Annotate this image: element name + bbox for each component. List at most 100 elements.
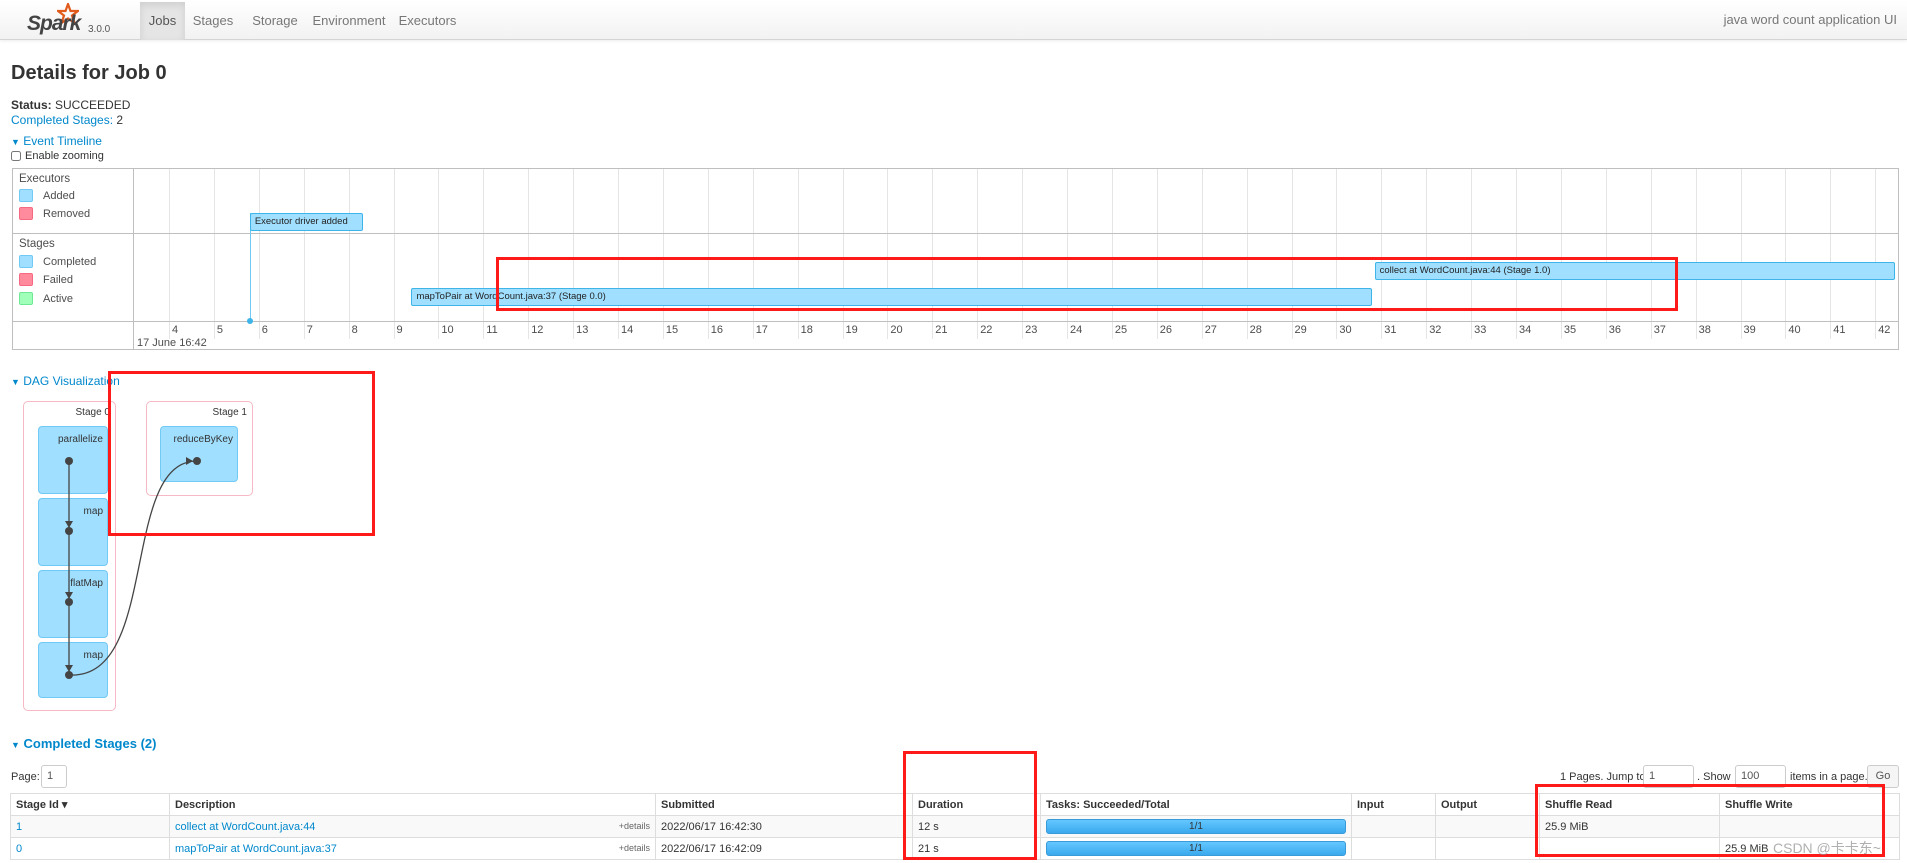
- stage-description-link[interactable]: collect at WordCount.java:44: [175, 821, 315, 833]
- timeline-tick-label: 13: [576, 324, 589, 336]
- timeline-tick-label: 15: [665, 324, 679, 336]
- timeline-gridline: [1560, 169, 1562, 339]
- timeline-gridline: [1605, 169, 1607, 339]
- timeline-gridline: [797, 169, 799, 339]
- timeline-gridline: [393, 169, 395, 339]
- col-description[interactable]: Description: [169, 793, 656, 816]
- timeline-tick-label: 39: [1743, 324, 1756, 336]
- col-input[interactable]: Input: [1351, 793, 1436, 816]
- completed-stages-toggle[interactable]: ▼ Completed Stages (2): [11, 736, 156, 751]
- timeline-gridline: [842, 169, 844, 339]
- timeline-tick-label: 10: [441, 324, 454, 336]
- timeline-tick-label: 20: [890, 324, 903, 336]
- timeline-tick-label: 25: [1114, 324, 1128, 336]
- timeline-gridline: [618, 169, 619, 339]
- timeline-gridline: [1291, 169, 1293, 339]
- timeline-gridline: [977, 169, 979, 339]
- timeline-tick-label: 36: [1608, 324, 1622, 336]
- timeline-gridline: [1111, 169, 1113, 339]
- timeline-tick-label: 19: [845, 324, 858, 336]
- col-submitted[interactable]: Submitted: [655, 793, 913, 816]
- timeline-gridline: [1516, 169, 1517, 339]
- timeline-tick-label: 8: [351, 324, 358, 336]
- timeline-tick-label: 38: [1698, 324, 1711, 336]
- input: [1351, 837, 1436, 860]
- details-toggle[interactable]: +details: [619, 821, 650, 831]
- timeline-tick-label: 37: [1653, 324, 1666, 336]
- output: [1435, 815, 1540, 838]
- stage-id[interactable]: 1: [10, 815, 170, 838]
- watermark: CSDN @卡卡东~: [1773, 840, 1881, 856]
- output: [1435, 837, 1540, 860]
- tasks: 1/1: [1040, 837, 1352, 860]
- timeline-gridline: [1336, 169, 1338, 339]
- description: collect at WordCount.java:44 +details: [169, 815, 656, 838]
- timeline-gridline: [1740, 169, 1742, 339]
- timeline-gridline: [887, 169, 889, 339]
- annotation-box: [903, 751, 1037, 860]
- timeline-tick-label: 28: [1249, 324, 1262, 336]
- caret-down-icon: ▼: [11, 740, 20, 750]
- tasks: 1/1: [1040, 815, 1352, 838]
- items-text: items in a page.: [1790, 771, 1868, 783]
- timeline-gridline: [1830, 169, 1832, 339]
- description: mapToPair at WordCount.java:37 +details: [169, 837, 656, 860]
- timeline-gridline: [1650, 169, 1652, 339]
- timeline-tick-label: 23: [1025, 324, 1038, 336]
- timeline-tick-label: 9: [396, 324, 403, 336]
- submitted: 2022/06/17 16:42:09: [655, 837, 913, 860]
- timeline-tick-label: 31: [1384, 324, 1397, 336]
- timeline-gridline: [1471, 169, 1473, 339]
- input: [1351, 815, 1436, 838]
- stage-description-link[interactable]: mapToPair at WordCount.java:37: [175, 843, 337, 855]
- annotation-box: [108, 371, 375, 536]
- timeline-tick-label: 24: [1070, 324, 1083, 336]
- timeline-gridline: [483, 169, 485, 339]
- timeline-gridline: [1695, 169, 1697, 339]
- timeline-tick-label: 22: [980, 324, 993, 336]
- col-tasks[interactable]: Tasks: Succeeded/Total: [1040, 793, 1352, 816]
- tasks-progress-bar: 1/1: [1046, 819, 1346, 834]
- timeline-tick-label: 7: [306, 324, 313, 336]
- tab-environment[interactable]: Environment: [308, 2, 390, 40]
- timeline-gridline: [1875, 169, 1877, 339]
- timeline-gridline: [707, 169, 709, 339]
- timeline-tick-label: 34: [1519, 324, 1532, 336]
- timeline-gridline: [1426, 169, 1428, 339]
- submitted: 2022/06/17 16:42:30: [655, 815, 913, 838]
- timeline-tick-label: 21: [935, 324, 948, 336]
- timeline-tick-label: 26: [1159, 324, 1173, 336]
- timeline-gridline: [662, 169, 664, 339]
- col-stage-id[interactable]: Stage Id ▾: [10, 793, 170, 816]
- timeline-gridline: [932, 169, 934, 339]
- tab-executors[interactable]: Executors: [395, 2, 460, 40]
- timeline-tick-label: 32: [1429, 324, 1442, 336]
- annotation-box: [496, 257, 1678, 311]
- page-number-button[interactable]: 1: [41, 765, 67, 788]
- timeline-gridline: [528, 169, 530, 339]
- timeline-gridline: [348, 169, 350, 339]
- timeline-gridline: [1246, 169, 1248, 339]
- timeline-gridline: [752, 169, 754, 339]
- stage-id[interactable]: 0: [10, 837, 170, 860]
- tasks-progress-bar: 1/1: [1046, 841, 1346, 856]
- timeline-tick-label: 29: [1294, 324, 1307, 336]
- pages-text: 1 Pages. Jump to: [1560, 771, 1646, 783]
- timeline-gridline: [1067, 169, 1068, 339]
- page-label: Page:: [11, 771, 40, 783]
- completed-stages-title: Completed Stages (2): [23, 736, 157, 751]
- timeline-gridline: [303, 169, 305, 339]
- timeline-tick-label: 27: [1204, 324, 1217, 336]
- app-name: java word count application UI: [1723, 12, 1897, 27]
- col-output[interactable]: Output: [1435, 793, 1540, 816]
- timeline-tick-label: 12: [531, 324, 544, 336]
- timeline-tick-label: 35: [1563, 324, 1577, 336]
- timeline-gridline: [1785, 169, 1787, 339]
- timeline-tick-label: 41: [1833, 324, 1846, 336]
- timeline-tick-label: 14: [621, 324, 634, 336]
- timeline-gridline: [1156, 169, 1158, 339]
- timeline-tick-label: 18: [800, 324, 813, 336]
- timeline-tick-label: 17: [755, 324, 768, 336]
- timeline-tick-label: 11: [486, 324, 498, 336]
- details-toggle[interactable]: +details: [619, 843, 650, 853]
